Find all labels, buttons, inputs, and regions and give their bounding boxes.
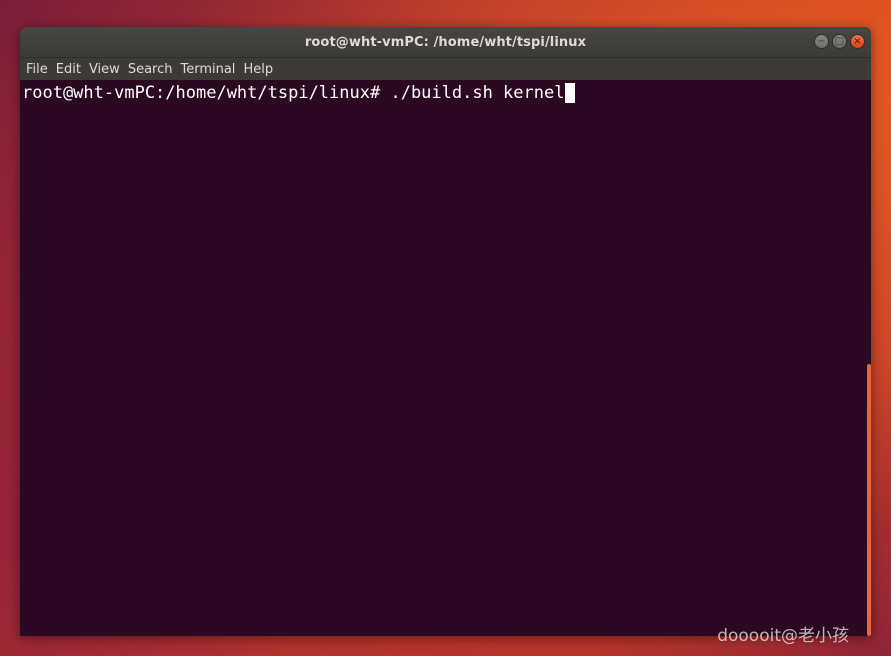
maximize-icon: □ bbox=[834, 35, 845, 47]
menu-terminal[interactable]: Terminal bbox=[176, 62, 239, 77]
scrollbar-thumb[interactable] bbox=[867, 364, 871, 636]
menu-edit[interactable]: Edit bbox=[52, 62, 85, 77]
text-cursor bbox=[565, 83, 576, 103]
terminal-area[interactable]: root@wht-vmPC:/home/wht/tspi/linux# ./bu… bbox=[20, 80, 871, 636]
window-controls: − □ × bbox=[814, 34, 865, 49]
menu-file[interactable]: File bbox=[22, 62, 52, 77]
terminal-window: root@wht-vmPC: /home/wht/tspi/linux − □ … bbox=[20, 27, 871, 636]
minimize-button[interactable]: − bbox=[814, 34, 829, 49]
menu-view[interactable]: View bbox=[85, 62, 124, 77]
menu-help[interactable]: Help bbox=[239, 62, 277, 77]
close-icon: × bbox=[853, 35, 862, 47]
menu-bar: File Edit View Search Terminal Help bbox=[20, 58, 871, 80]
window-title: root@wht-vmPC: /home/wht/tspi/linux bbox=[304, 34, 587, 50]
terminal-command: ./build.sh kernel bbox=[380, 83, 565, 103]
watermark-text: dooooit@老小孩 bbox=[717, 626, 849, 646]
minimize-icon: − bbox=[817, 35, 826, 47]
window-titlebar[interactable]: root@wht-vmPC: /home/wht/tspi/linux − □ … bbox=[20, 27, 871, 58]
terminal-prompt: root@wht-vmPC:/home/wht/tspi/linux# bbox=[22, 83, 381, 103]
maximize-button[interactable]: □ bbox=[832, 34, 847, 49]
menu-search[interactable]: Search bbox=[124, 62, 177, 77]
terminal-scrollbar[interactable] bbox=[866, 80, 871, 636]
close-button[interactable]: × bbox=[850, 34, 865, 49]
terminal-line: root@wht-vmPC:/home/wht/tspi/linux# ./bu… bbox=[22, 82, 871, 104]
